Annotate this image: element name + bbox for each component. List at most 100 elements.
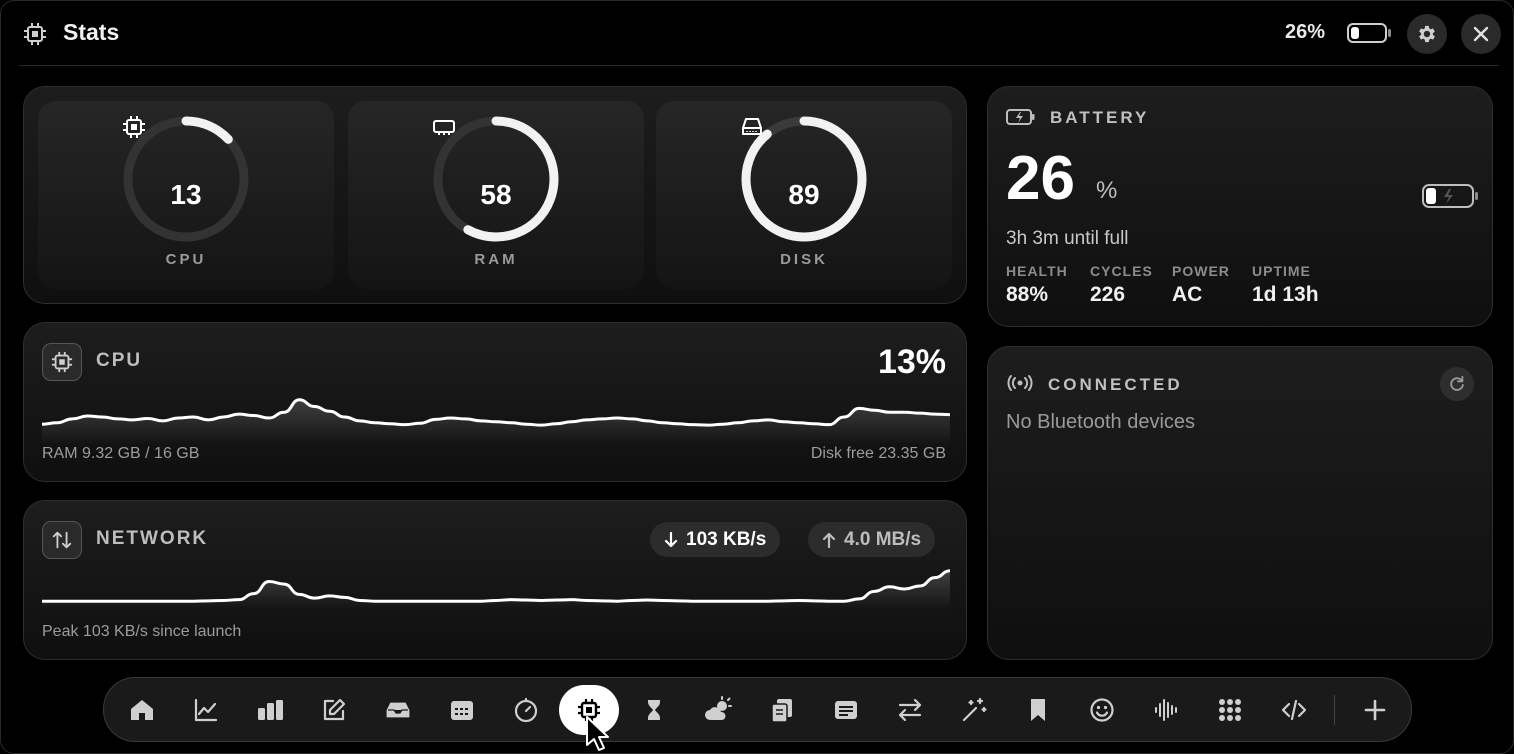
battery-uptime: UPTIME 1d 13h <box>1252 263 1319 307</box>
plus-icon <box>1364 699 1386 721</box>
battery-uptime-value: 1d 13h <box>1252 283 1319 306</box>
refresh-icon <box>1450 375 1464 391</box>
battery-panel[interactable]: BATTERY 26 % 3h 3m until full HEALTH 88%… <box>987 86 1493 327</box>
dock-news[interactable] <box>821 686 871 734</box>
chart-line-icon <box>194 698 218 722</box>
battery-charging-icon <box>1006 109 1035 125</box>
dock-charts[interactable] <box>181 686 231 734</box>
battery-cycles: CYCLES 226 <box>1090 263 1153 307</box>
grid-icon <box>1219 699 1241 721</box>
disk-free-text: Disk free 23.35 GB <box>810 445 946 462</box>
network-sparkline <box>42 569 950 609</box>
upload-speed: 4.0 MB/s <box>844 528 922 550</box>
dock-magic[interactable] <box>949 686 999 734</box>
battery-health-value: 88% <box>1006 283 1049 306</box>
battery-unit: % <box>1096 177 1118 204</box>
calendar-icon <box>451 701 473 720</box>
cpu-percent: 13% <box>877 343 946 381</box>
code-icon <box>1281 699 1307 721</box>
dock-code[interactable] <box>1269 686 1319 734</box>
compose-icon <box>323 698 346 721</box>
battery-power: POWER AC <box>1172 263 1230 307</box>
battery-status: 3h 3m until full <box>1006 228 1129 249</box>
battery-power-value: AC <box>1172 283 1203 306</box>
gauge-cpu-value: 13 <box>170 179 202 210</box>
gauge-disk-value: 89 <box>788 179 820 210</box>
battery-cycles-label: CYCLES <box>1090 263 1153 279</box>
battery-value: 26 <box>1006 144 1075 213</box>
dock-add[interactable] <box>1350 686 1400 734</box>
gauges-panel: 13 CPU 58 RAM 89 DISK <box>23 86 967 304</box>
news-icon <box>835 701 857 719</box>
bookmark-icon <box>1031 699 1045 721</box>
battery-title: BATTERY <box>1050 108 1150 127</box>
dock-emoji[interactable] <box>1077 686 1127 734</box>
dock-transfer[interactable] <box>885 686 935 734</box>
gauge-cpu-label: CPU <box>165 251 207 268</box>
transfer-icon <box>898 698 922 722</box>
stats-window: Stats 26% 13 CPU 58 RAM 89 DISK CPU 13% … <box>0 0 1514 754</box>
bluetooth-panel: CONNECTED No Bluetooth devices <box>987 346 1493 660</box>
arrow-up-icon <box>822 532 836 548</box>
dock-clipboard[interactable] <box>757 686 807 734</box>
download-speed: 103 KB/s <box>686 528 767 550</box>
home-icon <box>131 700 153 720</box>
dock-audio[interactable] <box>1141 686 1191 734</box>
close-button[interactable] <box>1461 14 1501 54</box>
cpu-sparkline <box>42 398 950 445</box>
title-divider <box>19 65 1499 66</box>
network-panel[interactable]: NETWORK 103 KB/s 4.0 MB/s Peak 103 KB/s … <box>23 500 967 660</box>
gauge-cpu[interactable]: 13 CPU <box>38 101 334 289</box>
dock-bars[interactable] <box>245 686 295 734</box>
dock-timer[interactable] <box>501 686 551 734</box>
dock-compose[interactable] <box>309 686 359 734</box>
battery-power-label: POWER <box>1172 263 1230 279</box>
dock-home[interactable] <box>117 686 167 734</box>
cpu-panel-title: CPU <box>96 350 143 371</box>
bar-chart-icon <box>258 700 283 720</box>
clipboard-icon <box>771 699 792 723</box>
gauge-ram-value: 58 <box>480 179 512 210</box>
weather-icon <box>705 696 732 720</box>
download-speed-badge: 103 KB/s <box>650 522 781 557</box>
gauge-disk-label: DISK <box>780 251 828 268</box>
sparkle-icon <box>962 697 987 722</box>
cpu-panel[interactable]: CPU 13% RAM 9.32 GB / 16 GB Disk free 23… <box>23 322 967 482</box>
dock-separator <box>1334 695 1335 725</box>
cpu-icon <box>51 351 73 373</box>
dock-calendar[interactable] <box>437 686 487 734</box>
chip-icon <box>24 23 46 45</box>
dock-inbox[interactable] <box>373 686 423 734</box>
network-sparkline-line <box>42 569 950 603</box>
gauge-disk[interactable]: 89 DISK <box>656 101 952 289</box>
dock-apps[interactable] <box>1205 686 1255 734</box>
transfer-arrows-icon <box>52 531 72 549</box>
network-sparkline-area <box>42 570 950 609</box>
title-bar: Stats 26% <box>1 1 1513 65</box>
refresh-button[interactable] <box>1440 367 1474 401</box>
dock-weather[interactable] <box>693 686 743 734</box>
disk-icon <box>742 118 762 135</box>
mouse-cursor-icon <box>586 716 609 751</box>
arrow-down-icon <box>664 531 678 547</box>
battery-health: HEALTH 88% <box>1006 263 1068 307</box>
settings-button[interactable] <box>1407 14 1447 54</box>
battery-uptime-label: UPTIME <box>1252 263 1311 279</box>
timer-icon <box>514 697 538 723</box>
battery-cycles-value: 226 <box>1090 283 1126 306</box>
dock <box>103 677 1412 742</box>
dock-bookmark[interactable] <box>1013 686 1063 734</box>
gauge-ram[interactable]: 58 RAM <box>348 101 644 289</box>
network-panel-title: NETWORK <box>96 528 209 549</box>
battery-charging-large-icon <box>1422 184 1478 208</box>
audio-wave-icon <box>1155 699 1177 721</box>
ram-usage-text: RAM 9.32 GB / 16 GB <box>42 445 200 462</box>
network-icon-box <box>42 521 82 559</box>
dock-hourglass[interactable] <box>629 686 679 734</box>
battery-icon <box>1347 23 1391 43</box>
close-icon <box>1473 26 1489 42</box>
inbox-icon <box>385 701 411 719</box>
bluetooth-title: CONNECTED <box>1048 375 1183 394</box>
upload-speed-badge: 4.0 MB/s <box>808 522 936 557</box>
bluetooth-empty-text: No Bluetooth devices <box>1006 411 1196 433</box>
